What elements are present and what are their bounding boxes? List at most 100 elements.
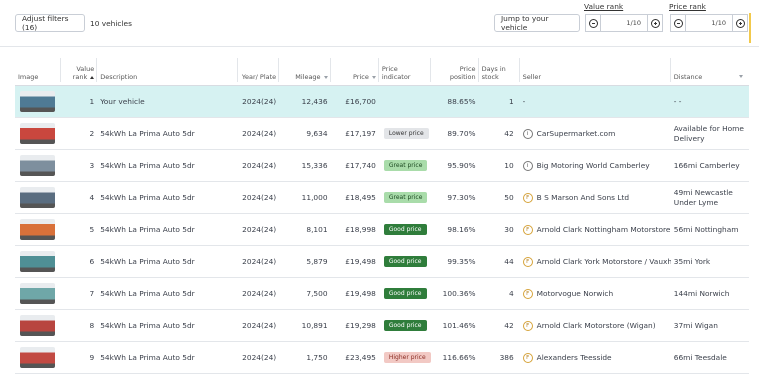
vehicle-thumbnail[interactable] [20, 91, 55, 112]
cell-description[interactable]: 54kWh La Prima Auto 5dr [97, 245, 239, 278]
cell-image[interactable] [15, 181, 62, 214]
cell-description[interactable]: 54kWh La Prima Auto 5dr [97, 181, 239, 214]
seller[interactable]: F Arnold Clark York Motorstore / Vauxhall [522, 256, 671, 267]
cell-price-position: 99.35% [431, 245, 479, 278]
price-rank-stepper: 1/10 [670, 14, 748, 32]
cell-description[interactable]: 54kWh La Prima Auto 5dr [97, 149, 239, 182]
seller[interactable]: F Arnold Clark Motorstore (Wigan) [522, 320, 668, 331]
cell-seller[interactable]: FB S Marson And Sons Ltd [519, 181, 671, 214]
days-in-stock: 50 [504, 193, 514, 202]
cell-image[interactable] [15, 117, 62, 150]
value-rank-decrement-button[interactable] [585, 14, 601, 32]
cell-description[interactable]: 54kWh La Prima Auto 5dr [97, 117, 239, 150]
cell-image[interactable] [15, 341, 62, 374]
seller-name: Alexanders Teesside [536, 353, 612, 362]
price-indicator-badge: Good price [383, 256, 427, 267]
cell-description[interactable]: 54kWh La Prima Auto 5dr [97, 213, 239, 246]
table-row[interactable]: 9 54kWh La Prima Auto 5dr 2024(24) 1,750 £23… [15, 341, 749, 374]
adjust-filters-button[interactable]: Adjust filters (16) [15, 14, 85, 32]
vehicle-thumbnail[interactable] [20, 219, 55, 240]
table-row[interactable]: 5 54kWh La Prima Auto 5dr 2024(24) 8,101 £18… [15, 213, 749, 246]
vehicle-thumbnail[interactable] [20, 315, 55, 336]
cell-mileage: 10,891 [279, 309, 331, 342]
cell-image[interactable] [15, 309, 62, 342]
value-rank: 2 [89, 129, 95, 138]
mileage: 7,500 [306, 289, 328, 298]
column-year-plate[interactable]: Year/ Plate [238, 58, 280, 86]
cell-seller[interactable]: i Big Motoring World Camberley [519, 149, 671, 182]
price-rank-increment-button[interactable] [732, 14, 748, 32]
cell-price-indicator: Good price [378, 245, 432, 278]
cell-description[interactable]: Your vehicle [97, 85, 239, 118]
cell-days-in-stock: 386 [478, 341, 520, 374]
cell-description[interactable]: 54kWh La Prima Auto 5dr [97, 341, 239, 374]
price-rank-input[interactable]: 1/10 [686, 14, 732, 32]
column-mileage[interactable]: Mileage [279, 58, 331, 86]
vehicle-thumbnail[interactable] [20, 283, 55, 304]
price: £18,998 [345, 225, 376, 234]
seller[interactable]: F Motorvogue Norwich [522, 288, 668, 299]
table-row-your-vehicle[interactable]: 1 Your vehicle 2024(24) 12,436 £16,700 88.65%… [15, 85, 749, 118]
cell-days-in-stock: 50 [478, 181, 520, 214]
table-row[interactable]: 6 54kWh La Prima Auto 5dr 2024(24) 5,879 £19… [15, 245, 749, 278]
cell-mileage: 11,000 [279, 181, 331, 214]
cell-image[interactable] [15, 245, 62, 278]
value-rank: 7 [89, 289, 95, 298]
cell-image[interactable] [15, 213, 62, 246]
value-rank-input[interactable]: 1/10 [601, 14, 647, 32]
vehicle-thumbnail[interactable] [20, 187, 55, 208]
seller[interactable]: i CarSupermarket.com [522, 128, 668, 139]
column-seller[interactable]: Seller [519, 58, 671, 86]
price-rank-decrement-button[interactable] [670, 14, 686, 32]
year-plate: 2024(24) [242, 257, 277, 266]
cell-seller[interactable]: F Arnold Clark York Motorstore / Vauxhall [519, 245, 671, 278]
cell-description[interactable]: 54kWh La Prima Auto 5dr [97, 277, 239, 310]
table-row[interactable]: 7 54kWh La Prima Auto 5dr 2024(24) 7,500 £19… [15, 277, 749, 310]
jump-to-vehicle-button[interactable]: Jump to your vehicle [494, 14, 580, 32]
column-price-position[interactable]: Price position [431, 58, 479, 86]
value-rank: 4 [89, 193, 95, 202]
cell-price-position: 98.16% [431, 213, 479, 246]
table-row[interactable]: 2 54kWh La Prima Auto 5dr 2024(24) 9,634 £17… [15, 117, 749, 150]
column-distance[interactable]: Distance [670, 58, 749, 86]
column-price[interactable]: Price [330, 58, 379, 86]
vehicle-thumbnail[interactable] [20, 251, 55, 272]
table-row[interactable]: 8 54kWh La Prima Auto 5dr 2024(24) 10,891 £1… [15, 309, 749, 342]
mileage: 12,436 [301, 97, 328, 106]
seller[interactable]: F Arnold Clark Nottingham Motorstore [522, 224, 670, 235]
seller[interactable]: FB S Marson And Sons Ltd [522, 192, 668, 203]
vehicle-thumbnail[interactable] [20, 123, 55, 144]
days-in-stock: 4 [508, 289, 514, 298]
seller[interactable]: i Big Motoring World Camberley [522, 160, 668, 171]
vehicle-description: 54kWh La Prima Auto 5dr [100, 321, 195, 330]
seller[interactable]: - [523, 97, 668, 106]
table-row[interactable]: 3 54kWh La Prima Auto 5dr 2024(24) 15,336 £1… [15, 149, 749, 182]
column-days-in-stock[interactable]: Days in stock [478, 58, 520, 86]
vehicle-thumbnail[interactable] [20, 347, 55, 368]
cell-seller[interactable]: F Motorvogue Norwich [519, 277, 671, 310]
seller-name: Arnold Clark York Motorstore / Vauxhall [536, 257, 671, 266]
cell-image[interactable] [15, 85, 62, 118]
cell-mileage: 7,500 [279, 277, 331, 310]
vehicle-thumbnail[interactable] [20, 155, 55, 176]
cell-seller[interactable]: F Arnold Clark Motorstore (Wigan) [519, 309, 671, 342]
mileage: 5,879 [306, 257, 328, 266]
cell-price: £18,998 [330, 213, 379, 246]
cell-seller[interactable]: F Arnold Clark Nottingham Motorstore [519, 213, 671, 246]
days-in-stock: 44 [504, 257, 514, 266]
seller[interactable]: F Alexanders Teesside [522, 352, 668, 363]
cell-description[interactable]: 54kWh La Prima Auto 5dr [97, 309, 239, 342]
cell-price-indicator: Higher price [378, 341, 432, 374]
value-rank-increment-button[interactable] [647, 14, 663, 32]
column-value-rank[interactable]: Value rank [61, 58, 98, 86]
column-description[interactable]: Description [97, 58, 239, 86]
cell-image[interactable] [15, 149, 62, 182]
column-price-indicator[interactable]: Price indicator [378, 58, 432, 86]
seller-name: B S Marson And Sons Ltd [536, 193, 630, 202]
cell-seller[interactable]: F Alexanders Teesside [519, 341, 671, 374]
cell-seller[interactable]: - [519, 85, 671, 118]
cell-price-position: 101.46% [431, 309, 479, 342]
cell-seller[interactable]: i CarSupermarket.com [519, 117, 671, 150]
cell-image[interactable] [15, 277, 62, 310]
table-row[interactable]: 4 54kWh La Prima Auto 5dr 2024(24) 11,000 £1… [15, 181, 749, 214]
